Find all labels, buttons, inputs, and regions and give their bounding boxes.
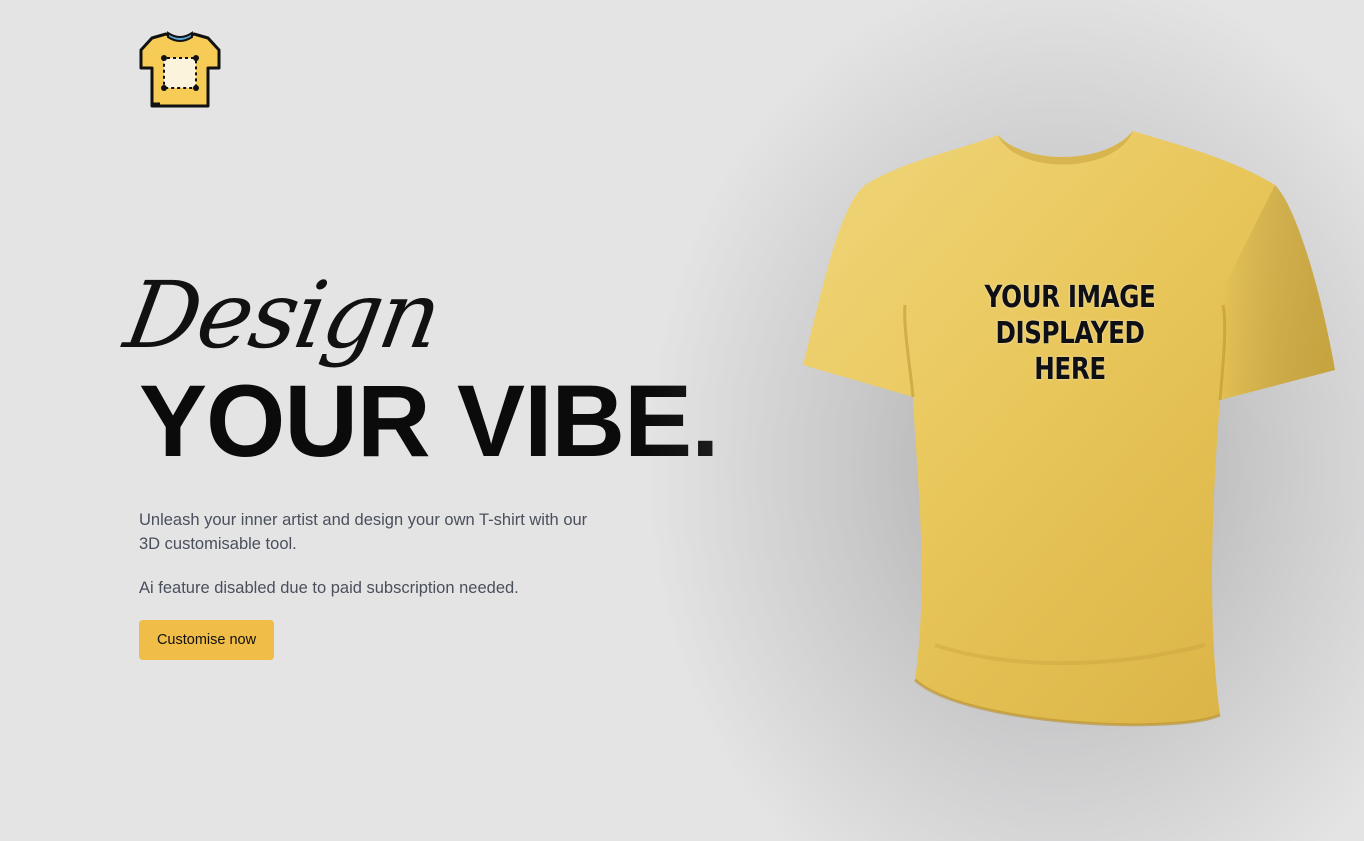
hero-title: YOUR VIBE. <box>139 364 719 478</box>
shirt-image-placeholder-text: YOUR IMAGE DISPLAYED HERE <box>980 280 1160 388</box>
placeholder-line: YOUR IMAGE <box>984 280 1156 315</box>
ai-disabled-note: Ai feature disabled due to paid subscrip… <box>139 579 519 597</box>
placeholder-line: DISPLAYED <box>995 316 1145 351</box>
placeholder-line: HERE <box>1034 352 1106 387</box>
hero-script-title: Design <box>117 262 448 369</box>
tshirt-3d-preview[interactable] <box>795 125 1345 740</box>
home-page: Design YOUR VIBE. Unleash your inner art… <box>0 0 1364 841</box>
customise-now-button[interactable]: Customise now <box>139 620 274 660</box>
hero-description: Unleash your inner artist and design you… <box>139 511 588 553</box>
tshirt-logo-icon[interactable] <box>138 28 222 112</box>
